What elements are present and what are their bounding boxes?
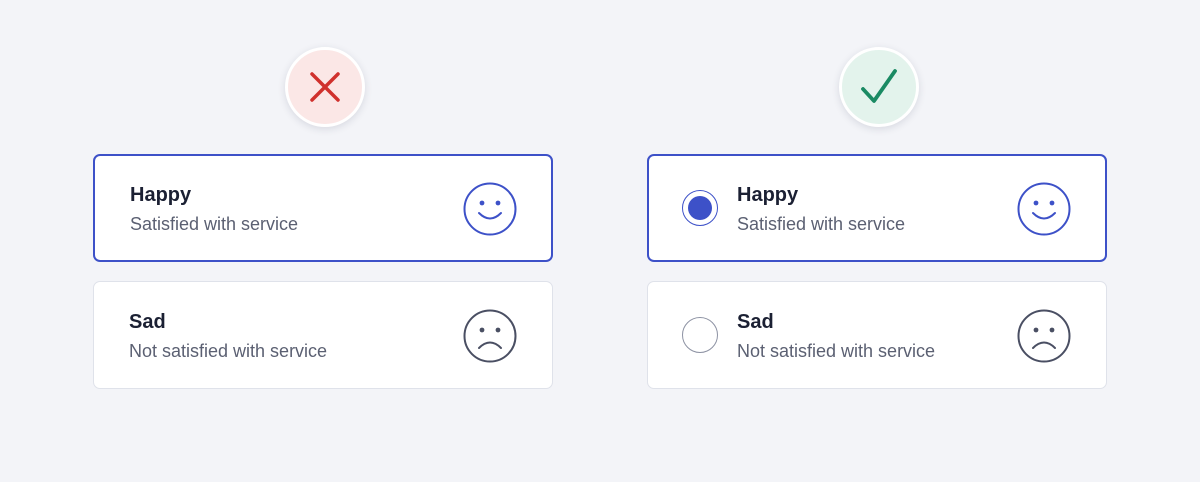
option-title: Sad (129, 311, 166, 333)
correct-option-happy-card[interactable]: Happy Satisfied with service (647, 154, 1107, 262)
incorrect-example-badge (285, 47, 365, 127)
correct-example-badge (839, 47, 919, 127)
option-description: Satisfied with service (130, 214, 299, 234)
radio-button-selected[interactable] (682, 190, 718, 226)
x-icon (310, 72, 340, 102)
frowning-face-icon (463, 309, 517, 363)
checkmark-icon (861, 69, 897, 103)
correct-option-sad-card[interactable]: Sad Not satisfied with service (647, 281, 1107, 389)
frowning-face-icon (1017, 309, 1071, 363)
option-description: Not satisfied with service (129, 341, 328, 361)
incorrect-option-happy-card[interactable]: Happy Satisfied with service (93, 154, 553, 262)
radio-dot (688, 196, 712, 220)
option-description: Not satisfied with service (737, 341, 936, 361)
option-title: Sad (737, 311, 774, 333)
smiley-face-icon (1017, 182, 1071, 236)
incorrect-option-sad-card[interactable]: Sad Not satisfied with service (93, 281, 553, 389)
option-description: Satisfied with service (737, 214, 906, 234)
option-title: Happy (737, 184, 799, 206)
radio-button-unselected[interactable] (682, 317, 718, 353)
smiley-face-icon (463, 182, 517, 236)
option-title: Happy (130, 184, 192, 206)
